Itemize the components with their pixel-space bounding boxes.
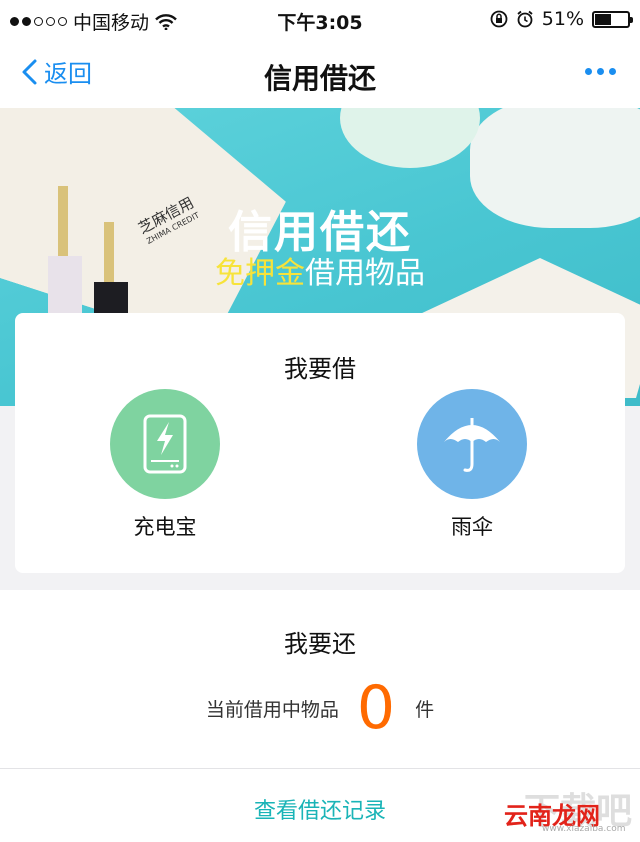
battery-icon <box>592 10 633 28</box>
borrowed-count-label: 当前借用中物品 <box>205 698 339 721</box>
power-bank-label: 充电宝 <box>133 515 197 539</box>
status-bar: 中国移动 下午3:05 51% <box>0 0 640 40</box>
borrowed-count-value: 0 <box>356 673 396 743</box>
battery-percent: 51% <box>541 8 584 30</box>
more-options-button[interactable] <box>585 62 616 81</box>
banner-subtitle: 免押金借用物品 <box>0 248 640 292</box>
alarm-icon <box>517 10 533 28</box>
watermark-url: www.xiazaiba.com <box>542 824 626 834</box>
umbrella-label: 雨伞 <box>451 515 493 539</box>
page-title: 信用借还 <box>263 62 376 95</box>
umbrella-icon <box>417 389 527 499</box>
divider <box>0 768 640 769</box>
umbrella-image-top <box>340 108 480 168</box>
borrow-card: 我要借 充电宝 雨伞 <box>15 313 625 573</box>
borrowed-count-unit: 件 <box>415 698 435 721</box>
watermark: 下载吧 云南龙网 www.xiazaiba.com <box>502 782 632 834</box>
navigation-bar: 返回 信用借还 <box>0 40 640 108</box>
borrow-umbrella-button[interactable]: 雨伞 <box>412 389 532 541</box>
banner-subtitle-highlight: 免押金 <box>215 256 305 291</box>
borrowed-count-row: 当前借用中物品 0 件 <box>0 678 640 738</box>
power-bank-icon <box>110 389 220 499</box>
return-title: 我要还 <box>284 630 356 658</box>
banner-subtitle-rest: 借用物品 <box>305 256 425 291</box>
orientation-lock-icon <box>490 10 508 28</box>
borrow-power-bank-button[interactable]: 充电宝 <box>105 389 225 541</box>
status-right: 51% <box>490 8 633 30</box>
borrow-title: 我要借 <box>284 355 356 383</box>
